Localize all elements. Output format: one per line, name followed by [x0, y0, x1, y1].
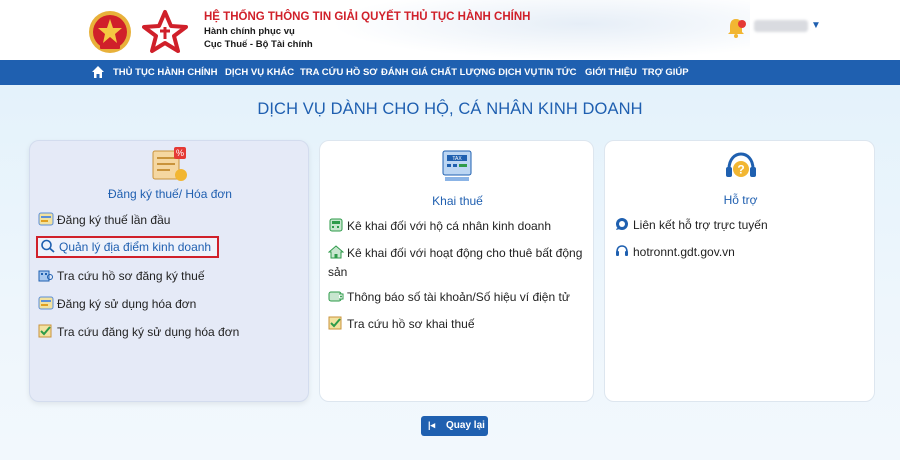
item-label: Quản lý địa điểm kinh doanh — [59, 240, 212, 254]
nav-item-dich-vu-khac[interactable]: DỊCH VỤ KHÁC — [225, 67, 294, 78]
nav-item-tra-cuu[interactable]: TRA CỨU HỒ SƠ — [300, 67, 377, 78]
list-item-dang-ky-thue[interactable]: Đăng ký thuế lần đầu — [38, 209, 170, 231]
tax-registration-icon: % — [152, 147, 187, 181]
invoice-check-icon — [328, 315, 344, 330]
user-menu[interactable]: ▼ — [724, 14, 824, 44]
card-support[interactable]: ? Hỗ trợ Liên kết hỗ trợ trực tuyến hotr… — [604, 140, 875, 402]
list-item-quan-ly-dia-diem[interactable]: Quản lý địa điểm kinh doanh — [36, 236, 220, 258]
list-item-tra-cuu-hoa-don[interactable]: Tra cứu đăng ký sử dụng hóa đơn — [38, 321, 239, 343]
form-icon — [38, 295, 54, 310]
nav-item-tin-tuc[interactable]: TIN TỨC — [538, 67, 577, 78]
headset-icon — [614, 243, 630, 257]
tax-logo-icon[interactable] — [142, 9, 188, 55]
header: HỆ THỐNG THÔNG TIN GIẢI QUYẾT THỦ TỤC HÀ… — [0, 0, 900, 60]
wallet-icon — [328, 288, 344, 302]
national-emblem-icon — [89, 11, 131, 53]
system-subtitle: Hành chính phục vụ — [204, 26, 295, 37]
card-tax-declaration[interactable]: TAX Khai thuế Kê khai đối với hộ cá nhân… — [319, 140, 594, 402]
back-button-label: Quay lại — [446, 420, 485, 431]
user-name-blurred — [754, 20, 808, 32]
card-title-support: Hỗ trợ — [723, 193, 758, 207]
item-label: Tra cứu đăng ký sử dụng hóa đơn — [57, 325, 240, 339]
notification-bell-icon[interactable] — [724, 16, 748, 40]
chat-support-icon — [614, 216, 630, 230]
svg-text:TAX: TAX — [452, 156, 462, 162]
list-item-ke-khai-bat-dong-san[interactable]: Kê khai đối với hoạt động cho thuê bất đ… — [327, 242, 583, 264]
list-item-lien-ket-ho-tro[interactable]: Liên kết hỗ trợ trực tuyến — [614, 214, 768, 236]
back-button[interactable]: |◂ Quay lại — [421, 416, 488, 436]
item-label: Kê khai đối với hoạt động cho thuê bất đ… — [347, 246, 583, 260]
list-item-dang-ky-hoa-don[interactable]: Đăng ký sử dụng hóa đơn — [38, 293, 196, 315]
home-icon[interactable] — [91, 65, 105, 79]
calculator-icon — [328, 217, 344, 232]
list-item-thong-bao-tai-khoan[interactable]: Thông báo số tài khoản/Số hiệu ví điện t… — [328, 286, 570, 308]
item-label: Kê khai đối với hộ cá nhân kinh doanh — [347, 219, 552, 233]
list-item-tra-cuu-khai-thue[interactable]: Tra cứu hồ sơ khai thuế — [328, 313, 475, 335]
item-label: hotronnt.gdt.gov.vn — [633, 245, 735, 259]
tax-declaration-icon: TAX — [442, 150, 472, 181]
system-title: HỆ THỐNG THÔNG TIN GIẢI QUYẾT THỦ TỤC HÀ… — [204, 11, 531, 23]
list-item-tra-cuu-ho-so-dkt[interactable]: Tra cứu hồ sơ đăng ký thuế — [38, 265, 205, 287]
item-label: Đăng ký sử dụng hóa đơn — [57, 297, 197, 311]
nav-item-danh-gia[interactable]: ĐÁNH GIÁ CHẤT LƯỢNG DỊCH VỤ — [381, 67, 537, 78]
list-item-ke-khai-ho-ca-nhan[interactable]: Kê khai đối với hộ cá nhân kinh doanh — [328, 215, 551, 237]
card-title-tax-registration: Đăng ký thuế/ Hóa đơn — [108, 187, 232, 201]
chevron-down-icon[interactable]: ▼ — [811, 20, 821, 31]
house-icon — [327, 244, 345, 259]
nav-item-thu-tuc[interactable]: THỦ TỤC HÀNH CHÍNH — [113, 67, 218, 78]
page-title: DỊCH VỤ DÀNH CHO HỘ, CÁ NHÂN KINH DOANH — [257, 100, 643, 118]
main-navigation: THỦ TỤC HÀNH CHÍNH DỊCH VỤ KHÁC TRA CỨU … — [0, 60, 900, 85]
item-label: Đăng ký thuế lần đầu — [57, 213, 171, 227]
svg-text:%: % — [176, 148, 184, 158]
card-tax-registration[interactable]: % Đăng ký thuế/ Hóa đơn Đăng ký thuế lần… — [29, 140, 309, 402]
list-item-ke-khai-bat-dong-san-cont[interactable]: sản — [328, 261, 347, 283]
back-icon: |◂ — [428, 420, 436, 430]
building-search-icon — [38, 267, 54, 282]
agency-name: Cục Thuế - Bộ Tài chính — [204, 39, 313, 50]
header-decoration — [330, 0, 750, 60]
form-icon — [38, 211, 54, 226]
card-title-tax-declaration: Khai thuế — [432, 194, 483, 208]
svg-text:?: ? — [737, 163, 744, 177]
item-label: sản — [328, 265, 348, 279]
support-icon: ? — [726, 152, 756, 177]
item-label: Tra cứu hồ sơ đăng ký thuế — [57, 269, 205, 283]
invoice-check-icon — [38, 323, 54, 338]
item-label: Thông báo số tài khoản/Số hiệu ví điện t… — [347, 290, 570, 304]
item-label: Tra cứu hồ sơ khai thuế — [347, 317, 475, 331]
nav-item-tro-giup[interactable]: TRỢ GIÚP — [642, 67, 689, 78]
search-icon — [40, 239, 56, 253]
nav-item-gioi-thieu[interactable]: GIỚI THIỆU — [585, 67, 637, 78]
list-item-hotro-website[interactable]: hotronnt.gdt.gov.vn — [614, 241, 735, 263]
item-label: Liên kết hỗ trợ trực tuyến — [633, 218, 768, 232]
